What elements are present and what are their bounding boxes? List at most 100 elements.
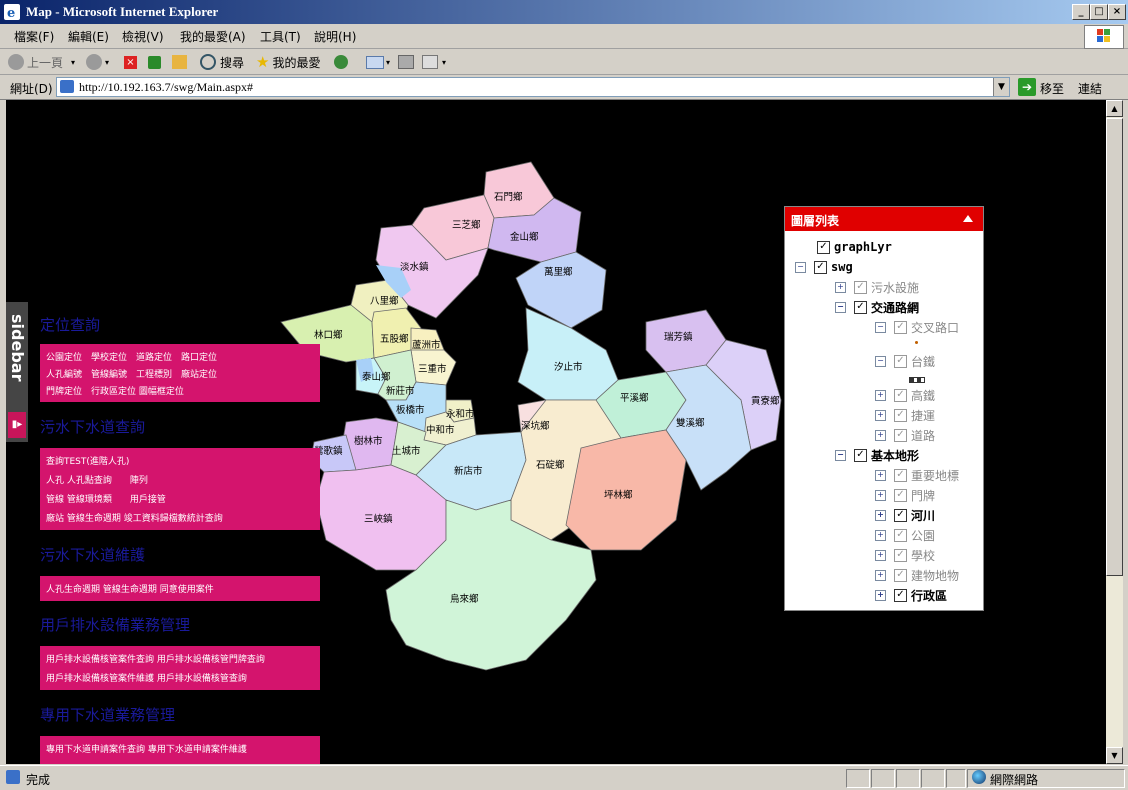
layer-checkbox[interactable]: ✓ (854, 448, 867, 462)
collapse-icon[interactable]: − (795, 261, 806, 273)
layer-item[interactable]: + ✓ 重要地標 (875, 466, 959, 484)
address-dropdown-icon[interactable]: ▼ (993, 78, 1009, 96)
section-link-row[interactable]: 用戶排水設備核管案件查詢 用戶排水設備核管門牌查詢 (46, 652, 265, 665)
layer-item[interactable]: + ✓ 學校 (875, 546, 935, 564)
layer-item[interactable]: + ✓ 污水設施 (835, 278, 919, 296)
expand-icon[interactable]: + (875, 389, 886, 401)
section-link-row[interactable]: 人孔編號 管線編號 工程標別 廠站定位 (46, 367, 217, 380)
history-button[interactable] (334, 52, 348, 72)
layer-checkbox[interactable]: ✓ (894, 468, 907, 482)
layer-checkbox[interactable]: ✓ (894, 508, 907, 522)
layer-checkbox[interactable]: ✓ (894, 320, 907, 334)
layer-item[interactable]: + ✓ 門牌 (875, 486, 935, 504)
section-link-row[interactable]: 人孔生命週期 管線生命週期 同意使用案件 (46, 582, 214, 595)
layer-checkbox[interactable]: ✓ (854, 300, 867, 314)
layer-checkbox[interactable]: ✓ (854, 280, 867, 294)
section-link-row[interactable]: 查詢TEST(進階人孔) (46, 454, 129, 467)
address-input[interactable]: http://10.192.163.7/swg/Main.aspx# ▼ (56, 77, 1010, 97)
section-link-row[interactable]: 廠站 管線生命週期 竣工資料歸檔數統計查詢 (46, 511, 223, 524)
layer-item[interactable]: − ✓ 台鐵 (875, 352, 935, 370)
expand-icon[interactable]: + (875, 509, 886, 521)
maximize-button[interactable]: □ (1090, 4, 1108, 20)
scroll-down-icon[interactable]: ▼ (1106, 747, 1123, 764)
expand-icon[interactable]: + (875, 569, 886, 581)
menu-help[interactable]: 說明(H) (314, 28, 356, 45)
mail-button[interactable]: ▾ (366, 52, 390, 72)
layer-item[interactable]: − ✓ swg (795, 258, 853, 276)
expand-icon[interactable]: + (875, 529, 886, 541)
expand-icon[interactable]: + (875, 429, 886, 441)
layer-item[interactable]: + ✓ 行政區 (875, 586, 947, 604)
layer-checkbox[interactable]: ✓ (894, 354, 907, 368)
layer-checkbox[interactable]: ✓ (894, 528, 907, 542)
section-link-row[interactable]: 管線 管線環境類 用戶接管 (46, 492, 166, 505)
expand-icon[interactable]: + (875, 409, 886, 421)
vertical-scrollbar[interactable]: ▲ ▼ (1106, 100, 1123, 764)
menu-tools[interactable]: 工具(T) (260, 28, 301, 45)
go-button[interactable]: 移至 (1040, 80, 1064, 97)
layer-checkbox[interactable]: ✓ (894, 408, 907, 422)
menu-view[interactable]: 檢視(V) (122, 28, 164, 45)
collapse-icon[interactable]: − (835, 449, 846, 461)
scroll-thumb[interactable] (1106, 118, 1123, 576)
layer-label: 學校 (911, 548, 936, 563)
home-icon (172, 55, 187, 69)
stop-button[interactable]: × (124, 52, 137, 72)
search-button[interactable]: 搜尋 (200, 52, 244, 72)
menu-edit[interactable]: 編輯(E) (68, 28, 109, 45)
section-link-row[interactable]: 人孔 人孔點查詢 陣列 (46, 473, 148, 486)
layer-item[interactable]: + ✓ 捷運 (875, 406, 935, 424)
layer-item[interactable]: − ✓ 交通路網 (835, 298, 919, 316)
expand-icon[interactable]: + (875, 589, 886, 601)
minimize-button[interactable]: _ (1072, 4, 1090, 20)
layer-checkbox[interactable]: ✓ (894, 548, 907, 562)
layer-item[interactable]: + ✓ 道路 (875, 426, 935, 444)
back-button[interactable]: 上一頁 ▾ (8, 52, 75, 72)
layer-item[interactable]: − ✓ 基本地形 (835, 446, 919, 464)
go-arrow-icon[interactable]: ➔ (1018, 78, 1036, 96)
layer-item[interactable]: + ✓ 河川 (875, 506, 935, 524)
expand-icon[interactable]: + (875, 549, 886, 561)
layer-checkbox[interactable]: ✓ (814, 260, 827, 274)
layer-checkbox[interactable]: ✓ (894, 588, 907, 602)
collapse-triangle-icon[interactable] (963, 215, 973, 222)
layer-checkbox[interactable]: ✓ (894, 568, 907, 582)
layer-item[interactable]: ✓ graphLyr (817, 238, 892, 256)
menu-file[interactable]: 檔案(F) (14, 28, 54, 45)
layer-item[interactable]: + ✓ 建物地物 (875, 566, 959, 584)
collapse-icon[interactable]: − (875, 321, 886, 333)
links-button[interactable]: 連結 (1078, 80, 1102, 97)
favorites-button[interactable]: ★ 我的最愛 (256, 52, 320, 72)
layer-checkbox[interactable]: ✓ (894, 428, 907, 442)
railway-symbol-icon (909, 377, 925, 383)
back-arrow-icon (8, 54, 24, 70)
sidebar-toggle-tab[interactable]: sidebar ▮▸ (6, 302, 28, 442)
layer-checkbox[interactable]: ✓ (894, 488, 907, 502)
collapse-icon[interactable]: − (875, 355, 886, 367)
map-label: 石碇鄉 (536, 459, 565, 471)
expand-icon[interactable]: + (875, 469, 886, 481)
scroll-up-icon[interactable]: ▲ (1106, 100, 1123, 117)
section-link-row[interactable]: 專用下水道申請案件查詢 專用下水道申請案件維護 (46, 742, 247, 755)
section-link-row[interactable]: 門牌定位 行政區定位 圖幅框定位 (46, 384, 184, 397)
menu-favorites[interactable]: 我的最愛(A) (180, 28, 246, 45)
layer-panel-header[interactable]: 圖層列表 (785, 207, 983, 231)
sidebar-pin-icon[interactable]: ▮▸ (8, 412, 26, 438)
layer-label: 建物地物 (911, 568, 960, 583)
layer-item[interactable]: − ✓ 交叉路口 (875, 318, 959, 336)
layer-item[interactable]: + ✓ 公園 (875, 526, 935, 544)
refresh-button[interactable] (148, 52, 161, 72)
expand-icon[interactable]: + (835, 281, 846, 293)
layer-item[interactable]: + ✓ 高鐵 (875, 386, 935, 404)
forward-button[interactable]: ▾ (86, 52, 109, 72)
section-link-row[interactable]: 公園定位 學校定位 道路定位 路口定位 (46, 350, 217, 363)
print-button[interactable] (398, 52, 414, 72)
home-button[interactable] (172, 52, 187, 72)
edit-button[interactable]: ▾ (422, 52, 446, 72)
collapse-icon[interactable]: − (835, 301, 846, 313)
expand-icon[interactable]: + (875, 489, 886, 501)
layer-checkbox[interactable]: ✓ (817, 240, 830, 254)
section-link-row[interactable]: 用戶排水設備核管案件維護 用戶排水設備核管查詢 (46, 671, 247, 684)
layer-checkbox[interactable]: ✓ (894, 388, 907, 402)
close-button[interactable]: × (1108, 4, 1126, 20)
